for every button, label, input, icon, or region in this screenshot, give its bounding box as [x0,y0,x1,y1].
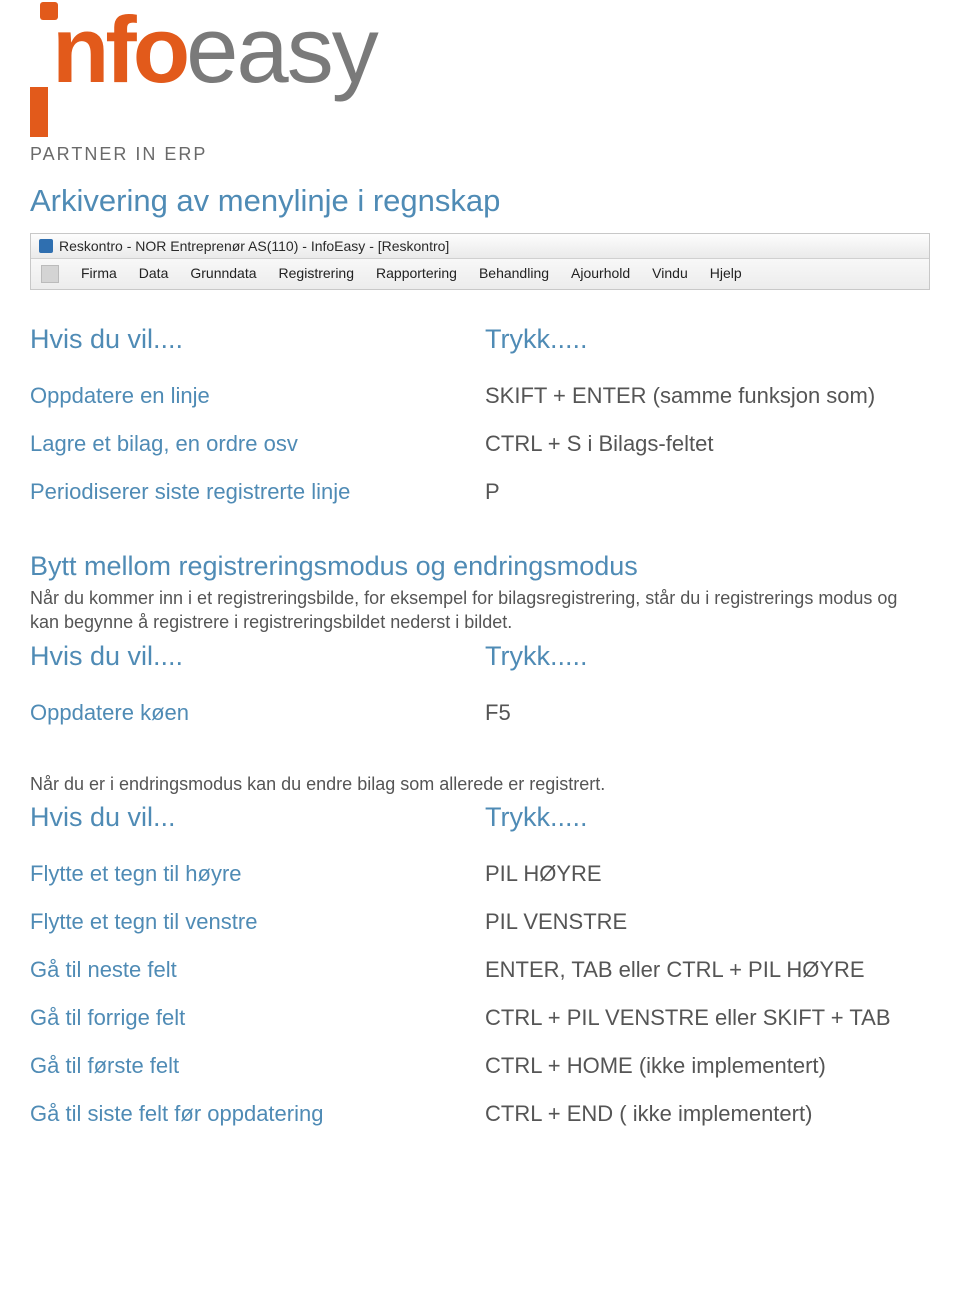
logo-text-easy: easy [186,10,377,90]
app-window: Reskontro - NOR Entreprenør AS(110) - In… [30,233,930,290]
table-2-row-0-key: F5 [485,700,930,726]
table-1-row-0-key: SKIFT + ENTER (samme funksjon som) [485,383,930,409]
table-3-row-4-action: Gå til første felt [30,1053,475,1079]
table-3-row-5-action: Gå til siste felt før oppdatering [30,1101,475,1127]
section-2-heading: Bytt mellom registreringsmodus og endrin… [30,551,930,582]
table-3-header-right: Trykk..... [485,802,930,833]
shortcut-table-2: Hvis du vil.... Trykk..... Oppdatere køe… [30,641,930,726]
table-1-header-right: Trykk..... [485,324,930,355]
table-3-row-3-action: Gå til forrige felt [30,1005,475,1031]
logo-text-info: nfo [52,10,186,90]
table-3-row-5-key: CTRL + END ( ikke implementert) [485,1101,930,1127]
app-window-title: Reskontro - NOR Entreprenør AS(110) - In… [59,238,449,254]
table-3-row-0-action: Flytte et tegn til høyre [30,861,475,887]
menu-item-firma[interactable]: Firma [81,265,117,283]
page-title: Arkivering av menylinje i regnskap [30,183,930,219]
table-3-row-0-key: PIL HØYRE [485,861,930,887]
brand-logo-wordmark: nfo easy [30,10,930,142]
table-3-row-1-action: Flytte et tegn til venstre [30,909,475,935]
logo-i-stem-icon [30,87,48,137]
shortcut-table-1: Hvis du vil.... Trykk..... Oppdatere en … [30,324,930,505]
menu-item-registrering[interactable]: Registrering [279,265,354,283]
table-3-row-1-key: PIL VENSTRE [485,909,930,935]
app-window-menubar: Firma Data Grunndata Registrering Rappor… [31,259,929,289]
table-3-row-2-action: Gå til neste felt [30,957,475,983]
menu-item-hjelp[interactable]: Hjelp [710,265,742,283]
table-2-header-right: Trykk..... [485,641,930,672]
table-3-row-2-key: ENTER, TAB eller CTRL + PIL HØYRE [485,957,930,983]
section-3-body: Når du er i endringsmodus kan du endre b… [30,772,930,796]
shortcut-table-3: Hvis du vil... Trykk..... Flytte et tegn… [30,802,930,1127]
section-2-body: Når du kommer inn i et registreringsbild… [30,586,930,635]
app-window-titlebar: Reskontro - NOR Entreprenør AS(110) - In… [31,234,929,259]
table-1-row-0-action: Oppdatere en linje [30,383,475,409]
table-3-header-left: Hvis du vil... [30,802,475,833]
menu-item-ajourhold[interactable]: Ajourhold [571,265,630,283]
table-2-header-left: Hvis du vil.... [30,641,475,672]
table-1-row-1-key: CTRL + S i Bilags-feltet [485,431,930,457]
brand-logo: nfo easy PARTNER IN ERP [30,0,930,165]
logo-tagline: PARTNER IN ERP [30,144,930,165]
app-icon [39,239,53,253]
menu-item-vindu[interactable]: Vindu [652,265,688,283]
table-1-header-left: Hvis du vil.... [30,324,475,355]
menu-item-grunndata[interactable]: Grunndata [190,265,256,283]
menu-item-rapportering[interactable]: Rapportering [376,265,457,283]
table-1-row-2-action: Periodiserer siste registrerte linje [30,479,475,505]
menu-item-behandling[interactable]: Behandling [479,265,549,283]
table-3-row-3-key: CTRL + PIL VENSTRE eller SKIFT + TAB [485,1005,930,1031]
menu-item-data[interactable]: Data [139,265,169,283]
table-1-row-2-key: P [485,479,930,505]
table-1-row-1-action: Lagre et bilag, en ordre osv [30,431,475,457]
menubar-system-icon[interactable] [41,265,59,283]
table-3-row-4-key: CTRL + HOME (ikke implementert) [485,1053,930,1079]
logo-dot-icon [40,2,58,20]
table-2-row-0-action: Oppdatere køen [30,700,475,726]
